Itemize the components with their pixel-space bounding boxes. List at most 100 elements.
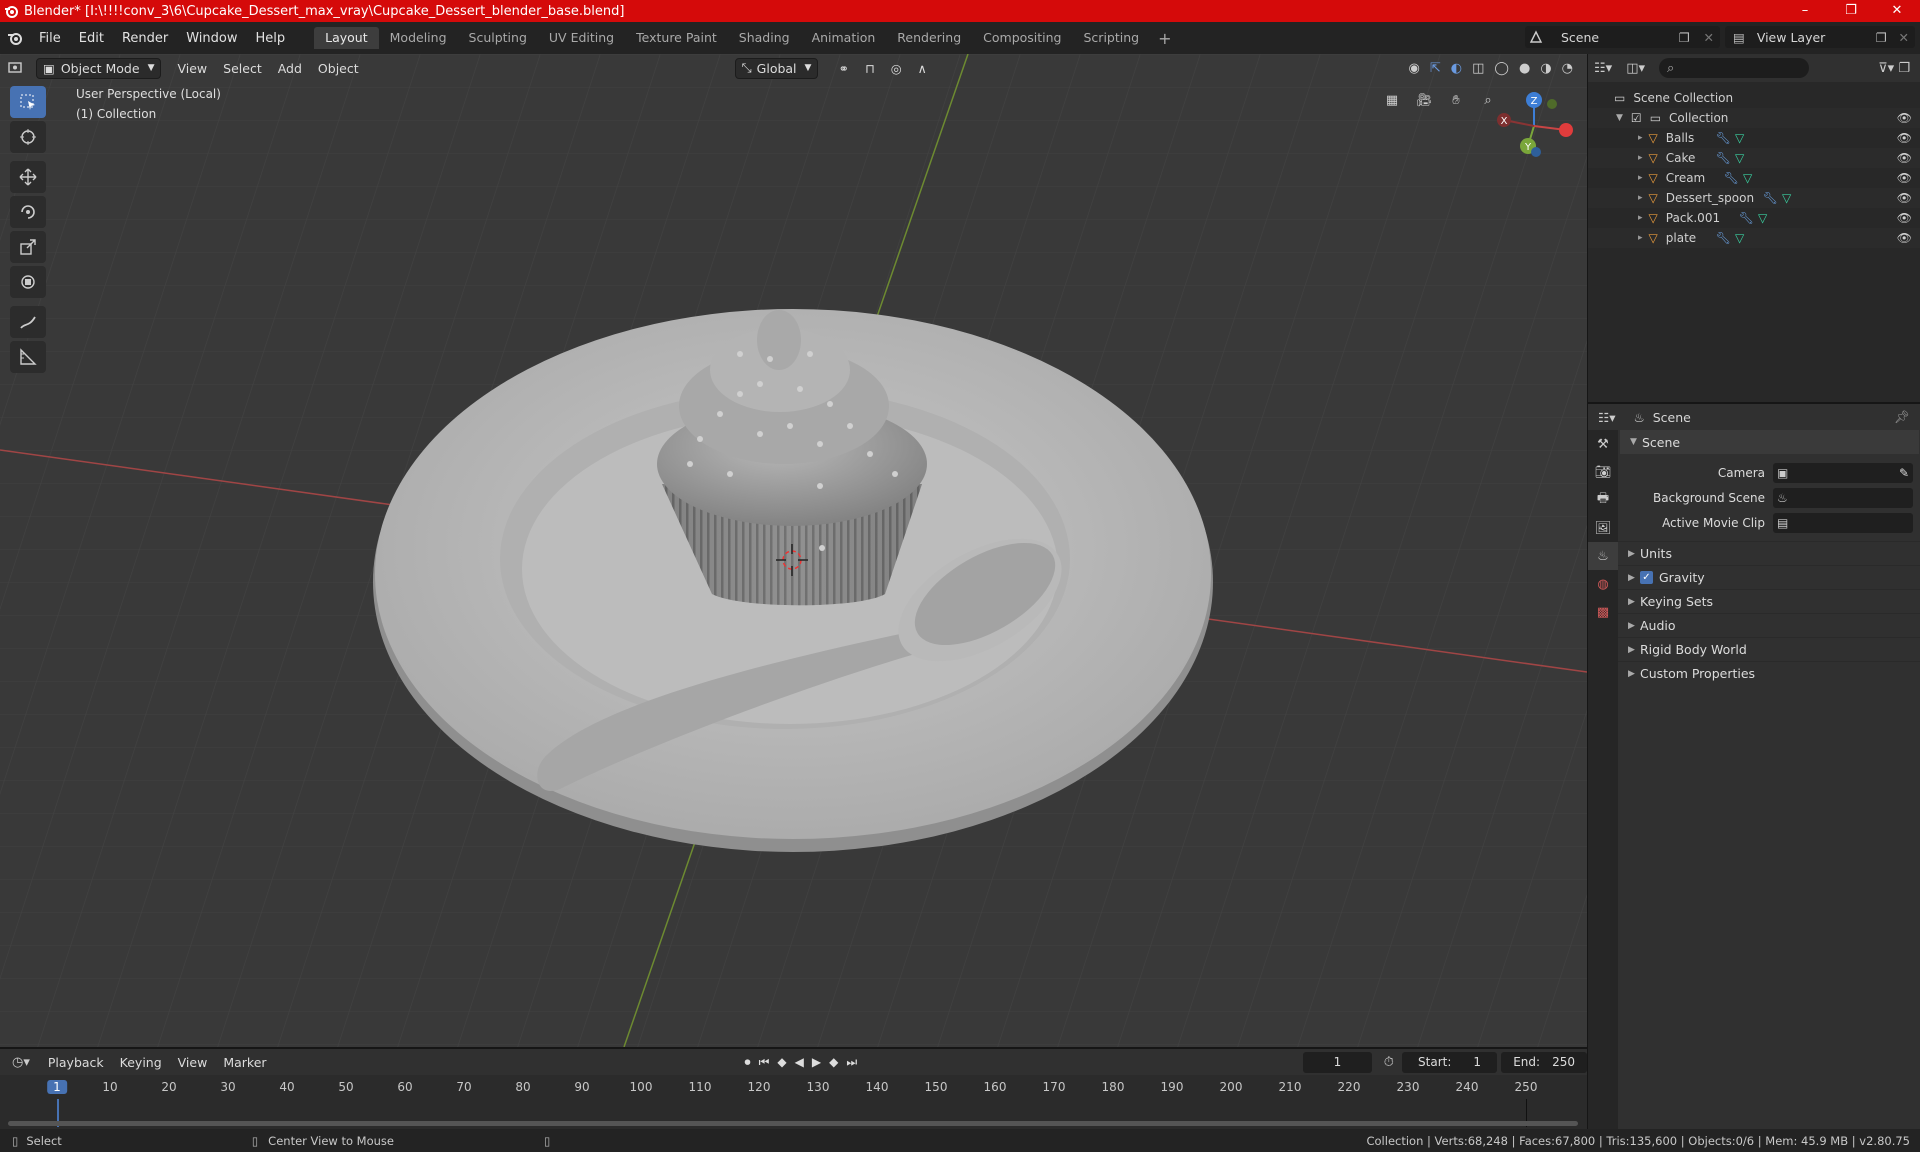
- tab-scripting[interactable]: Scripting: [1073, 27, 1151, 49]
- eye-icon[interactable]: 👁︎: [1897, 231, 1912, 245]
- tab-world[interactable]: ◍: [1588, 570, 1618, 598]
- gravity-checkbox[interactable]: ✓: [1640, 571, 1653, 584]
- eye-icon[interactable]: 👁︎: [1897, 211, 1912, 225]
- tab-rendering[interactable]: Rendering: [886, 27, 972, 49]
- expand-icon[interactable]: ▸: [1638, 173, 1643, 183]
- gizmo-toggle-icon[interactable]: ⇱: [1430, 61, 1441, 76]
- outliner-item-cream[interactable]: ▸ ▽ Cream 🔧︎ ▽ 👁︎: [1588, 168, 1920, 188]
- record-button[interactable]: ⏺: [745, 1055, 751, 1070]
- cursor-tool[interactable]: [10, 121, 46, 153]
- tab-modeling[interactable]: Modeling: [379, 27, 458, 49]
- transform-tool[interactable]: [10, 266, 46, 298]
- scale-tool[interactable]: [10, 231, 46, 263]
- xray-toggle-icon[interactable]: ◫: [1472, 61, 1484, 76]
- tab-uv-editing[interactable]: UV Editing: [538, 27, 625, 49]
- scene-browse-icon[interactable]: [1525, 26, 1547, 48]
- tab-scene[interactable]: ♨: [1588, 542, 1618, 570]
- proportional-edit-icon[interactable]: ◎: [883, 61, 910, 76]
- outliner-scene-collection[interactable]: ▭ Scene Collection: [1588, 88, 1920, 108]
- collapse-icon[interactable]: ▼: [1616, 113, 1623, 123]
- stopwatch-icon[interactable]: ⏱: [1384, 1055, 1394, 1070]
- modifier-wrench-icon[interactable]: 🔧︎: [1716, 151, 1731, 165]
- mesh-data-icon[interactable]: ▽: [1735, 131, 1744, 145]
- tab-render[interactable]: 📷︎: [1588, 458, 1618, 486]
- display-mode-icon[interactable]: ◫▾: [1626, 61, 1645, 76]
- viewport-menu-select[interactable]: Select: [215, 61, 270, 76]
- eye-icon[interactable]: 👁︎: [1897, 151, 1912, 165]
- current-frame-field[interactable]: 1: [1303, 1051, 1372, 1073]
- rendered-shading-icon[interactable]: ◔: [1562, 61, 1573, 76]
- eye-icon[interactable]: 👁︎: [1897, 191, 1912, 205]
- timeline-ruler[interactable]: 1 10 20 30 40 50 60 70 80 90 100 110 120…: [0, 1077, 1587, 1099]
- timeline-menu-view[interactable]: View: [170, 1055, 216, 1070]
- object-mode-dropdown[interactable]: ▣ Object Mode ▼: [36, 57, 162, 79]
- add-workspace-button[interactable]: +: [1150, 29, 1179, 48]
- filter-icon[interactable]: ⊽▾ ❐: [1878, 61, 1910, 76]
- modifier-wrench-icon[interactable]: 🔧︎: [1763, 191, 1778, 205]
- units-section[interactable]: ▶ Units: [1618, 541, 1920, 565]
- timeline-menu-marker[interactable]: Marker: [215, 1055, 274, 1070]
- jump-keyframe-back-button[interactable]: ◆: [777, 1055, 786, 1070]
- outliner-editor-type-icon[interactable]: ☷▾: [1594, 61, 1612, 76]
- rigid-body-world-section[interactable]: ▶ Rigid Body World: [1618, 637, 1920, 661]
- mesh-data-icon[interactable]: ▽: [1743, 171, 1752, 185]
- material-shading-icon[interactable]: ◑: [1540, 61, 1551, 76]
- camera-field[interactable]: ▣ ✎: [1773, 462, 1913, 483]
- mesh-data-icon[interactable]: ▽: [1735, 151, 1744, 165]
- outliner-collection[interactable]: ▼ ☑ ▭ Collection 👁︎: [1588, 108, 1920, 128]
- menu-edit[interactable]: Edit: [70, 31, 113, 46]
- scene-close-icon[interactable]: ✕: [1704, 30, 1714, 45]
- menu-render[interactable]: Render: [113, 31, 177, 46]
- tab-output[interactable]: 🖶︎: [1588, 486, 1618, 514]
- view-layer-copy-icon[interactable]: ❐: [1876, 30, 1887, 45]
- end-frame-field[interactable]: End: 250: [1501, 1051, 1587, 1073]
- tab-texture-paint[interactable]: Texture Paint: [625, 27, 728, 49]
- tab-animation[interactable]: Animation: [801, 27, 887, 49]
- pin-icon[interactable]: 📌︎: [1894, 409, 1910, 425]
- viewport-menu-add[interactable]: Add: [270, 61, 310, 76]
- expand-icon[interactable]: ▸: [1638, 213, 1643, 223]
- gravity-section[interactable]: ▶ ✓ Gravity: [1618, 565, 1920, 589]
- annotate-tool[interactable]: [10, 306, 46, 338]
- eye-icon[interactable]: 👁︎: [1897, 131, 1912, 145]
- tab-shading[interactable]: Shading: [728, 27, 801, 49]
- rotate-tool[interactable]: [10, 196, 46, 228]
- tab-texture[interactable]: ▩: [1588, 598, 1618, 626]
- outliner-item-balls[interactable]: ▸ ▽ Balls 🔧︎ ▽ 👁︎: [1588, 128, 1920, 148]
- outliner-item-dessert-spoon[interactable]: ▸ ▽ Dessert_spoon 🔧︎ ▽ 👁︎: [1588, 188, 1920, 208]
- view-layer-close-icon[interactable]: ✕: [1899, 30, 1909, 45]
- audio-section[interactable]: ▶ Audio: [1618, 613, 1920, 637]
- background-scene-field[interactable]: ♨: [1773, 487, 1913, 508]
- grid-view-icon[interactable]: ▦: [1380, 88, 1404, 112]
- editor-type-icon[interactable]: [0, 61, 32, 75]
- visibility-icon[interactable]: ◉: [1409, 61, 1420, 76]
- mesh-data-icon[interactable]: ▽: [1735, 231, 1744, 245]
- falloff-icon[interactable]: ∧: [910, 61, 935, 76]
- measure-tool[interactable]: [10, 341, 46, 373]
- select-box-tool[interactable]: [10, 86, 46, 118]
- menu-window[interactable]: Window: [177, 31, 246, 46]
- outliner-search-input[interactable]: ⌕: [1659, 58, 1809, 78]
- solid-shading-icon[interactable]: ●: [1519, 61, 1530, 76]
- navigation-gizmo[interactable]: Z Y X: [1490, 86, 1580, 166]
- jump-keyframe-forward-button[interactable]: ◆: [829, 1055, 838, 1070]
- overlay-toggle-icon[interactable]: ◐: [1451, 61, 1462, 76]
- menu-file[interactable]: File: [30, 31, 70, 46]
- jump-end-button[interactable]: ⏭: [846, 1055, 857, 1070]
- tab-tool[interactable]: ⚒: [1588, 430, 1618, 458]
- eye-icon[interactable]: 👁︎: [1897, 171, 1912, 185]
- snap-icon[interactable]: ⊓: [857, 61, 883, 76]
- expand-icon[interactable]: ▸: [1638, 153, 1643, 163]
- active-movie-clip-field[interactable]: ▤: [1773, 512, 1913, 533]
- expand-icon[interactable]: ▸: [1638, 233, 1643, 243]
- mesh-data-icon[interactable]: ▽: [1758, 211, 1767, 225]
- keying-sets-section[interactable]: ▶ Keying Sets: [1618, 589, 1920, 613]
- pivot-icon[interactable]: ⚭: [830, 61, 856, 76]
- mesh-data-icon[interactable]: ▽: [1782, 191, 1791, 205]
- viewport-menu-object[interactable]: Object: [310, 61, 367, 76]
- 3d-viewport[interactable]: [0, 54, 1587, 1047]
- expand-icon[interactable]: ▸: [1638, 193, 1643, 203]
- outliner-item-pack001[interactable]: ▸ ▽ Pack.001 🔧︎ ▽ 👁︎: [1588, 208, 1920, 228]
- collection-checkbox-icon[interactable]: ☑: [1631, 111, 1642, 125]
- maximize-button[interactable]: ❐: [1828, 0, 1874, 22]
